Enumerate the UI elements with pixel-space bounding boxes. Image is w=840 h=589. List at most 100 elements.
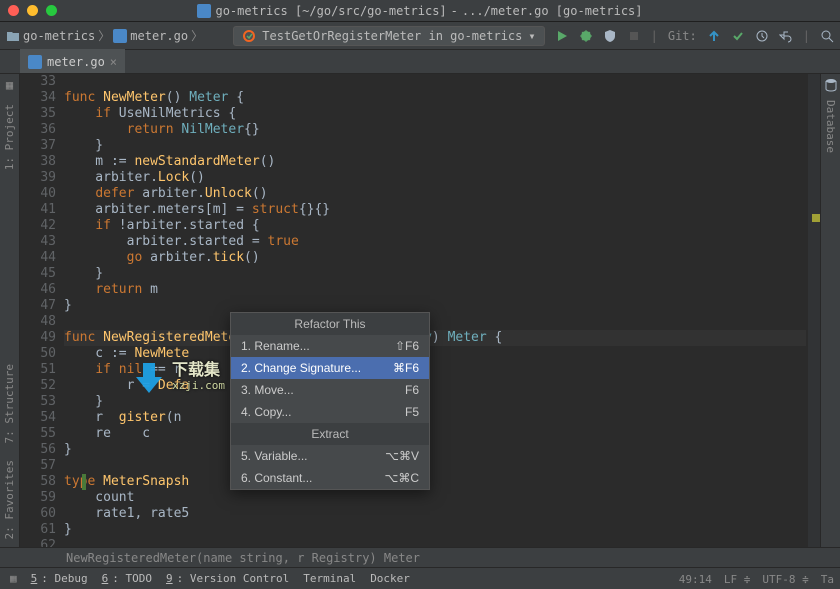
code-line[interactable]: return m [64,282,806,298]
vcs-change-marker [82,474,86,490]
tool-structure[interactable]: 7: Structure [3,364,16,443]
git-update-icon[interactable] [707,29,721,43]
code-line[interactable]: r = Defa [64,378,806,394]
indent-selector[interactable]: Ta [821,573,834,586]
code-line[interactable]: } [64,298,806,314]
menu-item[interactable]: 1. Rename... ⇧F6 [231,335,429,357]
breadcrumb-function[interactable]: NewRegisteredMeter(name string, r Regist… [66,551,420,565]
window-title-left: go-metrics [~/go/src/go-metrics] [215,4,446,18]
tool-window-button[interactable]: ▦ [10,572,17,585]
menu-item[interactable]: 4. Copy...F5 [231,401,429,423]
line-number: 40 [20,186,56,202]
line-number: 34 [20,90,56,106]
run-configuration-dropdown[interactable]: TestGetOrRegisterMeter in go-metrics ▾ [233,26,544,46]
error-stripe[interactable] [808,74,820,547]
code-line[interactable]: func NewMeter() Meter { [64,90,806,106]
tool-database[interactable]: Database [824,100,837,153]
code-line[interactable] [64,314,806,330]
code-line[interactable]: return NilMeter{} [64,122,806,138]
code-line[interactable] [64,458,806,474]
line-number: 47 [20,298,56,314]
code-line[interactable]: } [64,522,806,538]
line-ending-selector[interactable]: LF ≑ [724,573,751,586]
code-line[interactable]: func NewRegisteredMeter(name string, r R… [64,330,806,346]
toolbar: go-metrics 〉 meter.go 〉 TestGetOrRegiste… [0,22,840,50]
menu-item-label: 1. Rename... [241,338,310,354]
navigation-breadcrumb[interactable]: go-metrics 〉 meter.go 〉 [6,27,203,44]
code-line[interactable] [64,74,806,90]
refactor-popup[interactable]: Refactor This 1. Rename...⇧F62. Change S… [230,312,430,490]
editor-tabs: meter.go × [0,50,840,74]
git-commit-icon[interactable] [731,29,745,43]
close-tab-icon[interactable]: × [110,55,117,69]
menu-item[interactable]: 3. Move...F6 [231,379,429,401]
code-line[interactable]: re c [64,426,806,442]
code-line[interactable] [64,538,806,547]
stop-icon[interactable] [627,29,641,43]
line-number: 62 [20,538,56,547]
main-area: ▦ 1: Project 7: Structure 2: Favorites 3… [0,74,840,547]
line-number: 57 [20,458,56,474]
line-number: 55 [20,426,56,442]
line-number: 61 [20,522,56,538]
menu-item-shortcut: F5 [405,404,419,420]
code-line[interactable]: if UseNilMetrics { [64,106,806,122]
tool-favorites[interactable]: 2: Favorites [3,460,16,539]
code-line[interactable]: } [64,138,806,154]
extract-header: Extract [231,423,429,445]
line-number: 56 [20,442,56,458]
project-view-icon[interactable]: ▦ [6,78,13,92]
encoding-selector[interactable]: UTF-8 ≑ [762,573,808,586]
bottom-tool-button[interactable]: 9: Version Control [166,572,289,585]
menu-item-shortcut: ⇧F6 [395,338,419,354]
menu-item-shortcut: ⌘F6 [393,360,419,376]
bottom-tool-button[interactable]: 5: Debug [31,572,88,585]
code-line[interactable]: go arbiter.tick() [64,250,806,266]
code-line[interactable]: if !arbiter.started { [64,218,806,234]
line-number: 54 [20,410,56,426]
breadcrumb-folder[interactable]: go-metrics [23,29,95,43]
caret-position[interactable]: 49:14 [679,573,712,586]
code-line[interactable]: } [64,266,806,282]
git-history-icon[interactable] [755,29,769,43]
run-icon[interactable] [555,29,569,43]
code-line[interactable]: type MeterSnapsh [64,474,806,490]
code-editor[interactable]: 3334353637383940414243444546474849505152… [20,74,820,547]
code-line[interactable]: rate1, rate5 [64,506,806,522]
code-line[interactable]: arbiter.meters[m] = struct{}{} [64,202,806,218]
code-line[interactable]: arbiter.Lock() [64,170,806,186]
code-line[interactable]: count [64,490,806,506]
database-icon[interactable] [824,78,838,92]
code-line[interactable]: c := NewMete [64,346,806,362]
code-line[interactable]: arbiter.started = true [64,234,806,250]
search-icon[interactable] [820,29,834,43]
debug-icon[interactable] [579,29,593,43]
menu-item[interactable]: 5. Variable...⌥⌘V [231,445,429,467]
line-number: 38 [20,154,56,170]
editor-tab-meter[interactable]: meter.go × [20,49,125,73]
menu-item-label: 3. Move... [241,382,294,398]
breadcrumb-file[interactable]: meter.go [130,29,188,43]
code-line[interactable]: m := newStandardMeter() [64,154,806,170]
code-line[interactable]: } [64,442,806,458]
go-file-icon [28,55,42,69]
line-number: 46 [20,282,56,298]
editor-breadcrumb[interactable]: NewRegisteredMeter(name string, r Regist… [0,547,840,567]
menu-item[interactable]: 6. Constant...⌥⌘C [231,467,429,489]
menu-item-shortcut: ⌥⌘V [385,448,419,464]
coverage-icon[interactable] [603,29,617,43]
menu-item[interactable]: 2. Change Signature...⌘F6 [231,357,429,379]
bottom-tool-button[interactable]: 6: TODO [102,572,152,585]
code-line[interactable]: defer arbiter.Unlock() [64,186,806,202]
line-number: 33 [20,74,56,90]
left-toolstrip: ▦ 1: Project 7: Structure 2: Favorites [0,74,20,547]
line-number: 53 [20,394,56,410]
git-revert-icon[interactable] [779,29,793,43]
code-line[interactable]: if nil == r [64,362,806,378]
bottom-tool-button[interactable]: Docker [370,572,410,585]
code-line[interactable]: r gister(n [64,410,806,426]
code-area[interactable]: func NewMeter() Meter { if UseNilMetrics… [64,74,806,547]
code-line[interactable]: } [64,394,806,410]
tool-project[interactable]: 1: Project [3,104,16,170]
bottom-tool-button[interactable]: Terminal [303,572,356,585]
